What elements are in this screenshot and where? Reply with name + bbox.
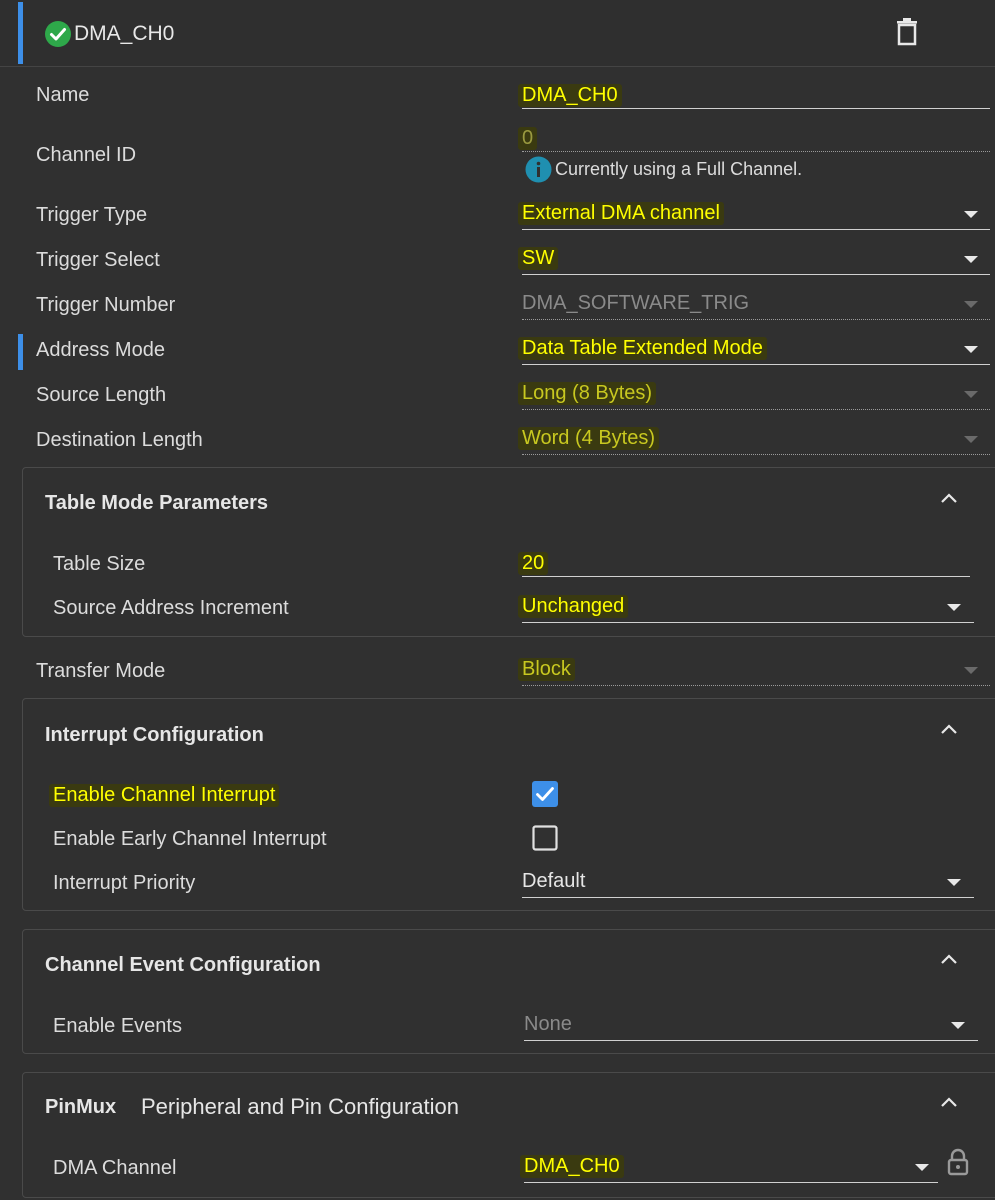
table-size-label: Table Size <box>53 553 146 575</box>
table-size-underline <box>522 576 970 577</box>
chevron-down-icon <box>964 436 978 443</box>
chevron-down-icon[interactable] <box>964 211 978 218</box>
transfer-mode-label: Transfer Mode <box>36 660 166 682</box>
destination-length-select: Word (4 Bytes) <box>518 427 659 450</box>
address-mode-underline <box>522 364 990 365</box>
trigger-number-select: DMA_SOFTWARE_TRIG <box>522 292 750 314</box>
trigger-select-label: Trigger Select <box>36 249 160 271</box>
trigger-number-underline <box>522 319 990 320</box>
trigger-type-underline <box>522 229 990 230</box>
address-mode-select[interactable]: Data Table Extended Mode <box>518 337 767 360</box>
chevron-down-icon[interactable] <box>947 879 961 886</box>
interrupt-priority-underline <box>522 897 974 898</box>
chevron-down-icon <box>964 301 978 308</box>
chevron-down-icon <box>964 391 978 398</box>
chevron-down-icon[interactable] <box>964 346 978 353</box>
dma-channel-select[interactable]: DMA_CH0 <box>520 1155 624 1178</box>
address-mode-accent-bar <box>18 334 23 370</box>
enable-early-interrupt-label: Enable Early Channel Interrupt <box>53 828 327 850</box>
dma-channel-label: DMA Channel <box>53 1157 177 1179</box>
check-circle-icon <box>45 21 71 47</box>
pinmux-title: Peripheral and Pin Configuration <box>141 1094 459 1119</box>
channel-id-value: 0 <box>518 127 538 150</box>
table-size-input[interactable]: 20 <box>518 552 549 575</box>
channel-id-label: Channel ID <box>36 144 137 166</box>
pinmux-title-bold[interactable]: PinMux <box>45 1096 116 1119</box>
enable-early-interrupt-checkbox[interactable] <box>532 825 558 851</box>
interrupt-priority-label: Interrupt Priority <box>53 872 196 894</box>
enable-events-underline <box>524 1040 978 1041</box>
interrupt-priority-select[interactable]: Default <box>522 870 585 893</box>
transfer-mode-select: Block <box>518 658 575 681</box>
enable-events-select[interactable]: None <box>524 1013 572 1036</box>
chevron-up-icon[interactable] <box>940 492 958 504</box>
events-title[interactable]: Channel Event Configuration <box>45 954 321 977</box>
chevron-up-icon[interactable] <box>940 953 958 965</box>
chevron-down-icon[interactable] <box>915 1164 929 1171</box>
destination-length-underline <box>522 454 990 455</box>
address-mode-label: Address Mode <box>36 339 165 361</box>
enable-channel-interrupt-label: Enable Channel Interrupt <box>49 784 280 807</box>
source-length-label: Source Length <box>36 384 167 406</box>
trash-icon[interactable] <box>895 18 919 46</box>
source-addr-inc-label: Source Address Increment <box>53 597 289 619</box>
channel-id-info: Currently using a Full Channel. <box>555 159 803 179</box>
enable-events-label: Enable Events <box>53 1015 182 1037</box>
dma-channel-underline <box>524 1182 938 1183</box>
table-mode-title[interactable]: Table Mode Parameters <box>45 492 268 515</box>
info-icon <box>525 156 552 183</box>
lock-icon[interactable] <box>946 1148 970 1176</box>
name-label: Name <box>36 84 90 106</box>
interrupt-title[interactable]: Interrupt Configuration <box>45 724 264 747</box>
trigger-select-underline <box>522 274 990 275</box>
source-addr-inc-select[interactable]: Unchanged <box>518 595 629 618</box>
destination-length-label: Destination Length <box>36 429 203 451</box>
name-underline <box>522 108 990 109</box>
chevron-down-icon[interactable] <box>951 1022 965 1029</box>
chevron-up-icon[interactable] <box>940 723 958 735</box>
name-input[interactable]: DMA_CH0 <box>518 84 622 107</box>
header-title: DMA_CH0 <box>74 22 175 45</box>
trigger-type-label: Trigger Type <box>36 204 148 226</box>
enable-channel-interrupt-checkbox[interactable] <box>532 781 558 807</box>
source-addr-inc-underline <box>522 622 974 623</box>
trigger-number-label: Trigger Number <box>36 294 176 316</box>
chevron-down-icon <box>964 667 978 674</box>
chevron-down-icon[interactable] <box>947 604 961 611</box>
transfer-mode-underline <box>522 685 990 686</box>
chevron-down-icon[interactable] <box>964 256 978 263</box>
header-accent-bar <box>18 2 23 64</box>
chevron-up-icon[interactable] <box>940 1096 958 1108</box>
trigger-type-select[interactable]: External DMA channel <box>518 202 724 225</box>
source-length-underline <box>522 409 990 410</box>
trigger-select-select[interactable]: SW <box>518 247 559 270</box>
channel-id-underline <box>522 151 990 152</box>
source-length-select: Long (8 Bytes) <box>518 382 657 405</box>
